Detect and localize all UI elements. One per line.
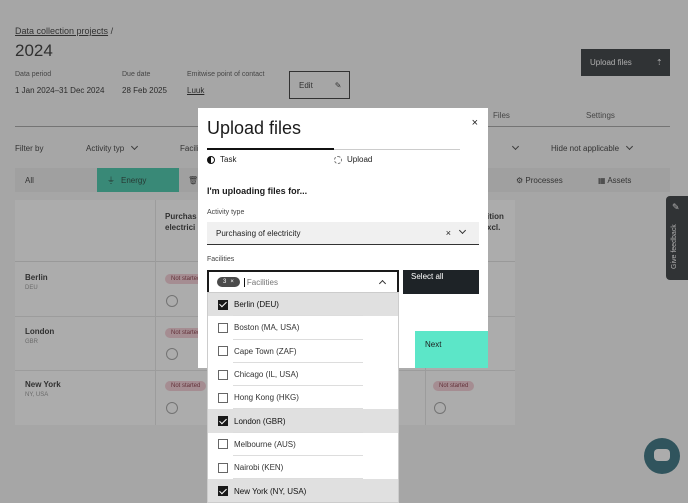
- checkbox-icon[interactable]: [218, 462, 228, 473]
- checkbox-checked-icon[interactable]: [218, 299, 228, 310]
- facilities-combobox[interactable]: 3 ×: [207, 270, 399, 294]
- close-icon[interactable]: ×: [472, 117, 478, 129]
- facility-option-label: Boston (MA, USA): [234, 323, 300, 333]
- close-icon[interactable]: ×: [230, 279, 234, 285]
- facility-option[interactable]: London (GBR): [208, 409, 398, 434]
- facility-option-label: Chicago (IL, USA): [234, 370, 299, 380]
- step-label: Upload: [347, 155, 373, 164]
- checkbox-checked-icon[interactable]: [218, 416, 228, 427]
- facility-option[interactable]: Melbourne (AUS): [208, 433, 398, 457]
- modal-subtitle: I'm uploading files for...: [207, 186, 308, 196]
- facility-option-label: Berlin (DEU): [234, 300, 279, 310]
- next-button[interactable]: Next: [415, 331, 488, 368]
- activity-type-value: Purchasing of electricity: [216, 228, 301, 238]
- facility-option[interactable]: New York (NY, USA): [208, 479, 398, 502]
- chevron-down-icon: [458, 226, 467, 235]
- modal-title: Upload files: [207, 118, 302, 138]
- dashed-circle-icon: [334, 155, 342, 164]
- select-all-button[interactable]: Select all: [403, 270, 479, 294]
- facility-option-label: Cape Town (ZAF): [234, 346, 297, 356]
- chip-count: 3: [223, 279, 227, 285]
- facility-option-label: Melbourne (AUS): [234, 439, 296, 449]
- step-label: Task: [220, 155, 237, 164]
- activity-type-label: Activity type: [207, 209, 245, 216]
- facility-option[interactable]: Cape Town (ZAF): [208, 340, 398, 364]
- facilities-dropdown: Berlin (DEU) Boston (MA, USA) Cape Town (Z…: [207, 292, 399, 503]
- activity-type-select[interactable]: Purchasing of electricity ×: [207, 222, 479, 245]
- facility-option-label: Nairobi (KEN): [234, 463, 284, 473]
- clear-icon[interactable]: ×: [446, 228, 451, 238]
- facility-option[interactable]: Hong Kong (HKG): [208, 386, 398, 410]
- step-upload: Upload: [334, 155, 372, 164]
- half-circle-icon: [207, 155, 215, 164]
- checkbox-checked-icon[interactable]: [218, 486, 228, 497]
- facility-option[interactable]: Chicago (IL, USA): [208, 363, 398, 387]
- checkbox-icon[interactable]: [218, 346, 228, 357]
- stepper-progress: [207, 148, 334, 150]
- facilities-label: Facilities: [207, 256, 235, 263]
- facility-option[interactable]: Nairobi (KEN): [208, 456, 398, 480]
- facility-option-label: Hong Kong (HKG): [234, 393, 299, 403]
- checkbox-icon[interactable]: [218, 392, 228, 403]
- checkbox-icon[interactable]: [218, 439, 228, 450]
- step-task: Task: [207, 155, 236, 164]
- chevron-up-icon[interactable]: [378, 279, 387, 288]
- facility-option[interactable]: Berlin (DEU): [208, 293, 398, 317]
- facility-option[interactable]: Boston (MA, USA): [208, 316, 398, 340]
- facility-option-label: London (GBR): [234, 416, 286, 426]
- checkbox-icon[interactable]: [218, 322, 228, 333]
- facilities-search-input[interactable]: [243, 277, 354, 287]
- selected-count-chip[interactable]: 3 ×: [217, 277, 240, 287]
- facility-option-label: New York (NY, USA): [234, 486, 307, 496]
- checkbox-icon[interactable]: [218, 369, 228, 380]
